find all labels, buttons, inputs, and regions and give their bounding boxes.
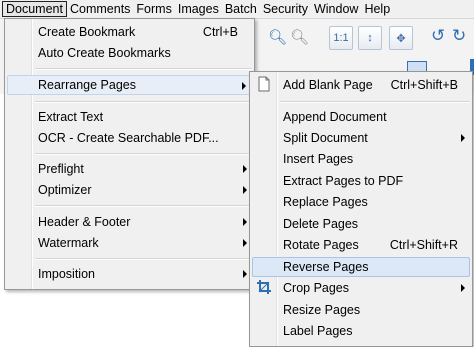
menu-item-crop-pages[interactable]: Crop Pages <box>252 278 470 298</box>
menu-item-label: Replace Pages <box>283 195 368 209</box>
menu-item-label: Header & Footer <box>38 215 131 229</box>
menu-item-reverse-pages[interactable]: Reverse Pages <box>252 257 470 277</box>
menu-window[interactable]: Window <box>311 1 361 17</box>
menu-item-rearrange-pages[interactable]: Rearrange Pages <box>7 75 252 95</box>
menu-item-label: Optimizer <box>38 183 92 197</box>
rotate-counterclockwise-icon[interactable]: ↺ <box>431 26 445 46</box>
menu-item-extract-pages-to-pdf[interactable]: Extract Pages to PDF <box>252 171 470 191</box>
menu-item-resize-pages[interactable]: Resize Pages <box>252 300 470 320</box>
menu-separator <box>35 153 252 155</box>
menu-item-label: Create Bookmark <box>38 25 136 39</box>
menu-separator <box>35 101 252 103</box>
menu-item-shortcut: Ctrl+B <box>202 25 238 39</box>
menu-item-label: Insert Pages <box>283 152 354 166</box>
submenu-arrow-icon <box>243 186 247 194</box>
menu-item-label: Reverse Pages <box>283 260 369 274</box>
menu-item-ocr[interactable]: OCR - Create Searchable PDF... <box>7 128 252 148</box>
document-menu: Create Bookmark Ctrl+B Auto Create Bookm… <box>4 18 255 290</box>
submenu-arrow-icon <box>243 239 247 247</box>
zoom-in-icon[interactable]: 🔍︎ <box>268 28 287 46</box>
menu-item-label: Extract Pages to PDF <box>283 174 404 188</box>
blank-page-icon <box>258 76 270 92</box>
menu-item-label: Rearrange Pages <box>38 78 136 92</box>
menu-item-insert-pages[interactable]: Insert Pages <box>252 149 470 169</box>
menu-comments[interactable]: Comments <box>67 1 133 17</box>
menu-separator <box>35 68 252 70</box>
menu-item-label: Add Blank Page <box>283 78 373 92</box>
menu-item-label: Imposition <box>38 267 95 281</box>
menu-item-auto-create-bookmarks[interactable]: Auto Create Bookmarks <box>7 43 252 63</box>
menu-item-label: Resize Pages <box>283 303 361 317</box>
crop-icon <box>257 280 271 294</box>
menu-item-header-footer[interactable]: Header & Footer <box>7 212 252 232</box>
rearrange-pages-submenu: Add Blank Page Ctrl+Shift+B Append Docum… <box>249 71 473 347</box>
menu-item-label-pages[interactable]: Label Pages <box>252 321 470 341</box>
menu-help[interactable]: Help <box>361 1 393 17</box>
rotate-clockwise-icon[interactable]: ↻ <box>452 26 466 46</box>
menu-item-append-document[interactable]: Append Document <box>252 107 470 127</box>
submenu-arrow-icon <box>243 270 247 278</box>
menu-item-preflight[interactable]: Preflight <box>7 159 252 179</box>
menu-item-label: Append Document <box>283 110 387 124</box>
menu-item-extract-text[interactable]: Extract Text <box>7 107 252 127</box>
menu-item-shortcut: Ctrl+Shift+B <box>390 78 458 92</box>
menu-item-label: Split Document <box>283 131 368 145</box>
menu-item-label: Watermark <box>38 236 99 250</box>
menu-item-imposition[interactable]: Imposition <box>7 264 252 284</box>
menu-item-label: Label Pages <box>283 324 353 338</box>
menu-item-label: Preflight <box>38 162 84 176</box>
fit-width-icon[interactable]: ✥ <box>389 26 413 50</box>
menu-item-label: Delete Pages <box>283 217 359 231</box>
menu-separator <box>35 205 252 207</box>
menu-item-delete-pages[interactable]: Delete Pages <box>252 214 470 234</box>
menu-item-shortcut: Ctrl+Shift+R <box>389 238 458 252</box>
menu-security[interactable]: Security <box>260 1 311 17</box>
menu-item-optimizer[interactable]: Optimizer <box>7 180 252 200</box>
menubar: Document Comments Forms Images Batch Sec… <box>0 0 474 19</box>
menu-item-replace-pages[interactable]: Replace Pages <box>252 192 470 212</box>
actual-size-icon[interactable]: 1:1 <box>329 26 353 50</box>
menu-item-create-bookmark[interactable]: Create Bookmark Ctrl+B <box>7 22 252 42</box>
menu-item-rotate-pages[interactable]: Rotate Pages Ctrl+Shift+R <box>252 235 470 255</box>
menu-item-label: Crop Pages <box>283 281 350 295</box>
zoom-out-icon[interactable]: 🔍︎ <box>290 28 309 46</box>
submenu-arrow-icon <box>243 218 247 226</box>
menu-document[interactable]: Document <box>2 1 67 17</box>
menu-item-watermark[interactable]: Watermark <box>7 233 252 253</box>
menu-separator <box>35 258 252 260</box>
menu-item-add-blank-page[interactable]: Add Blank Page Ctrl+Shift+B <box>252 75 470 95</box>
submenu-arrow-icon <box>461 284 465 292</box>
menu-item-label: Extract Text <box>38 110 104 124</box>
menu-item-label: Auto Create Bookmarks <box>38 46 171 60</box>
menu-item-label: Rotate Pages <box>283 238 359 252</box>
menu-item-label: OCR - Create Searchable PDF... <box>38 131 219 145</box>
menu-separator <box>280 101 470 103</box>
menu-forms[interactable]: Forms <box>133 1 174 17</box>
fit-page-icon[interactable]: ↕ <box>358 26 382 50</box>
submenu-arrow-icon <box>242 82 246 90</box>
menu-batch[interactable]: Batch <box>222 1 260 17</box>
submenu-arrow-icon <box>243 165 247 173</box>
submenu-arrow-icon <box>461 134 465 142</box>
menu-images[interactable]: Images <box>175 1 222 17</box>
menu-item-split-document[interactable]: Split Document <box>252 128 470 148</box>
